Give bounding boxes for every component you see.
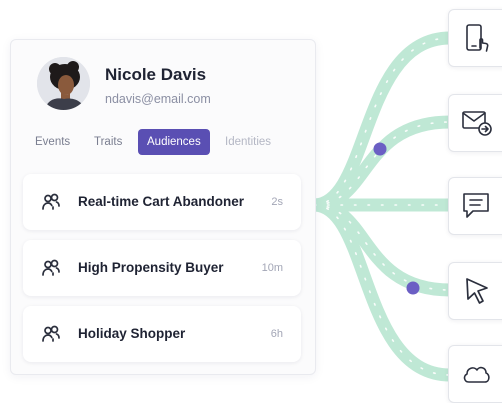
tab-audiences[interactable]: Audiences (138, 129, 210, 155)
destination-mobile[interactable] (448, 9, 502, 67)
profile-name: Nicole Davis (105, 65, 207, 84)
avatar (37, 57, 90, 110)
profile-card: Nicole Davis ndavis@email.com Events Tra… (10, 39, 316, 375)
audience-row-propensity-buyer[interactable]: High Propensity Buyer 10m (23, 240, 301, 296)
audience-row-holiday-shopper[interactable]: Holiday Shopper 6h (23, 306, 301, 362)
chat-message-icon (463, 193, 489, 218)
destination-chat[interactable] (448, 177, 502, 235)
destination-email[interactable] (448, 94, 502, 152)
cloud-icon (463, 366, 490, 383)
tab-traits[interactable]: Traits (94, 129, 122, 155)
email-forward-icon (462, 111, 492, 136)
audience-title: Real-time Cart Abandoner (78, 194, 245, 209)
flow-dot-2 (406, 281, 420, 295)
audience-time: 6h (270, 328, 283, 340)
flow-dot-1 (373, 142, 387, 156)
person-avatar-icon (37, 57, 90, 110)
profile-email: ndavis@email.com (105, 92, 211, 106)
people-icon (42, 193, 60, 210)
audience-title: High Propensity Buyer (78, 260, 224, 275)
tab-events[interactable]: Events (35, 129, 70, 155)
cursor-icon (466, 278, 488, 304)
tab-identities[interactable]: Identities (225, 129, 271, 155)
people-icon (42, 259, 60, 276)
mobile-tap-icon (466, 24, 489, 52)
destination-web[interactable] (448, 262, 502, 320)
audience-time: 10m (261, 262, 283, 274)
audience-row-cart-abandoner[interactable]: Real-time Cart Abandoner 2s (23, 174, 301, 230)
audience-title: Holiday Shopper (78, 326, 186, 341)
destination-cloud[interactable] (448, 345, 502, 403)
people-icon (42, 325, 60, 342)
profile-tabs: Events Traits Audiences Identities (11, 129, 315, 157)
audience-time: 2s (271, 196, 283, 208)
